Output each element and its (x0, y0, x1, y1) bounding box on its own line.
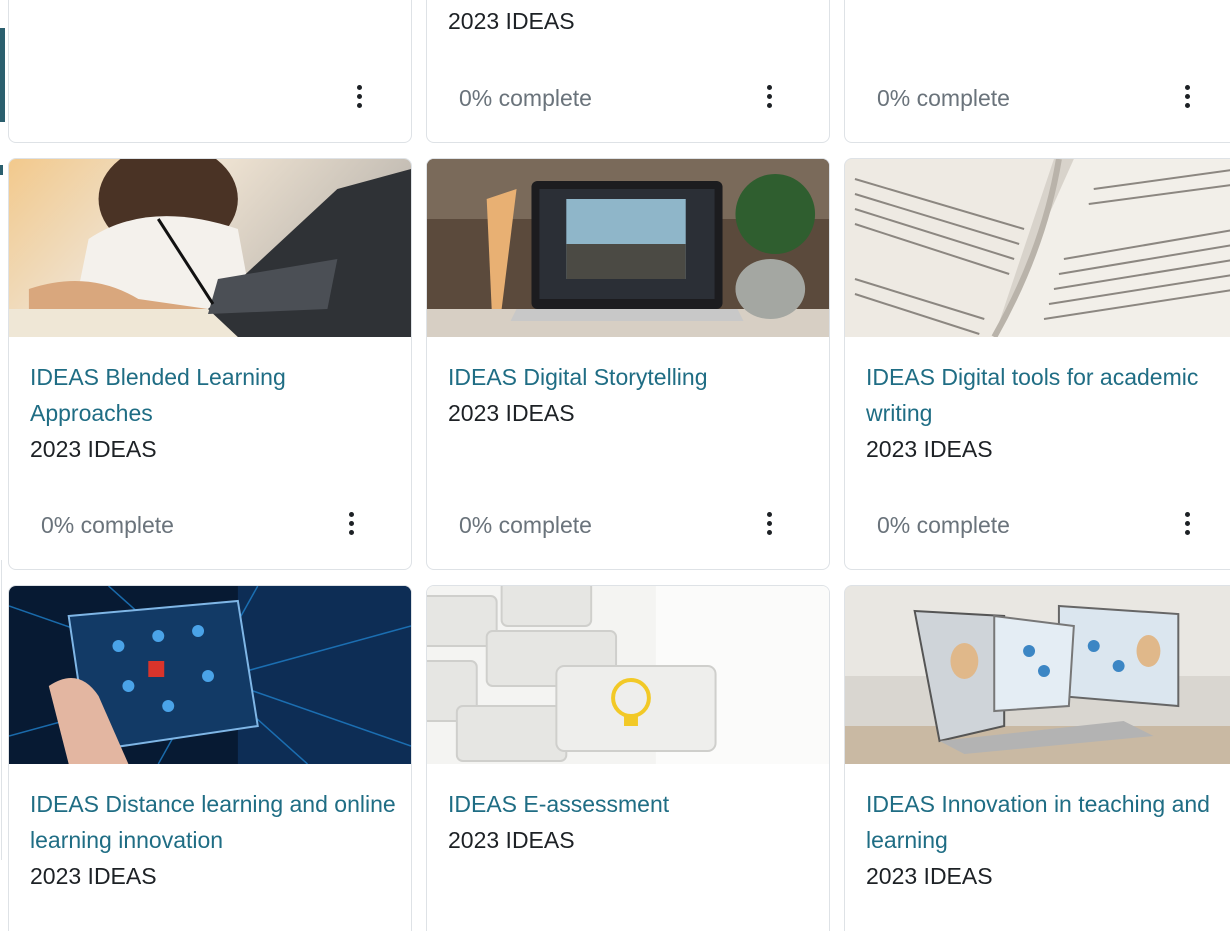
left-accent-bar (0, 28, 5, 122)
course-card[interactable] (8, 0, 412, 143)
course-menu-button[interactable] (754, 505, 784, 541)
course-card[interactable]: IDEAS Blended Learning Approaches 2023 I… (8, 158, 412, 570)
course-card[interactable]: IDEAS Digital Storytelling 2023 IDEAS 0%… (426, 158, 830, 570)
course-menu-button[interactable] (754, 78, 784, 114)
keyboard-lightbulb-key-image[interactable] (427, 586, 829, 764)
kebab-menu-icon (1184, 511, 1190, 517)
course-card[interactable]: 0% complete (844, 0, 1230, 143)
course-category: 2023 IDEAS (30, 863, 157, 889)
course-card[interactable]: IDEAS Distance learning and online learn… (8, 585, 412, 931)
course-card[interactable]: IDEAS Innovation in teaching and learnin… (844, 585, 1230, 931)
course-progress: 0% complete (41, 512, 174, 538)
course-title-link[interactable]: IDEAS E-assessment (448, 786, 819, 822)
course-menu-button[interactable] (1172, 78, 1202, 114)
course-category: 2023 IDEAS (448, 8, 575, 34)
kebab-menu-icon (766, 511, 772, 517)
course-menu-button[interactable] (344, 78, 374, 114)
course-title-link[interactable]: IDEAS Distance learning and online learn… (30, 786, 410, 858)
kebab-menu-icon (356, 84, 362, 90)
course-title-link[interactable]: IDEAS Blended Learning Approaches (30, 359, 330, 431)
course-menu-button[interactable] (1172, 505, 1202, 541)
course-title-link[interactable]: IDEAS Innovation in teaching and learnin… (866, 786, 1230, 858)
kebab-menu-icon (348, 511, 354, 517)
person-writing-laptop-image[interactable] (9, 159, 411, 337)
course-category: 2023 IDEAS (448, 400, 575, 426)
left-divider (1, 560, 2, 860)
course-category: 2023 IDEAS (448, 827, 575, 853)
laptop-photo-editing-image[interactable] (427, 159, 829, 337)
kebab-menu-icon (766, 84, 772, 90)
kebab-menu-icon (1184, 84, 1190, 90)
course-progress: 0% complete (877, 512, 1010, 538)
course-category: 2023 IDEAS (30, 436, 157, 462)
course-card[interactable]: 2023 IDEAS 0% complete (426, 0, 830, 143)
course-category: 2023 IDEAS (866, 436, 993, 462)
left-accent-mark (0, 165, 3, 175)
course-menu-button[interactable] (336, 505, 366, 541)
course-progress: 0% complete (877, 85, 1010, 111)
course-title-link[interactable]: IDEAS Digital Storytelling (448, 359, 819, 395)
course-card[interactable]: IDEAS Digital tools for academic writing… (844, 158, 1230, 570)
course-category: 2023 IDEAS (866, 863, 993, 889)
course-progress: 0% complete (459, 512, 592, 538)
open-book-image[interactable] (845, 159, 1230, 337)
laptop-video-conference-image[interactable] (845, 586, 1230, 764)
digital-tablet-network-image[interactable] (9, 586, 411, 764)
course-card[interactable]: IDEAS E-assessment 2023 IDEAS (426, 585, 830, 931)
course-progress: 0% complete (459, 85, 592, 111)
course-title-link[interactable]: IDEAS Digital tools for academic writing (866, 359, 1226, 431)
